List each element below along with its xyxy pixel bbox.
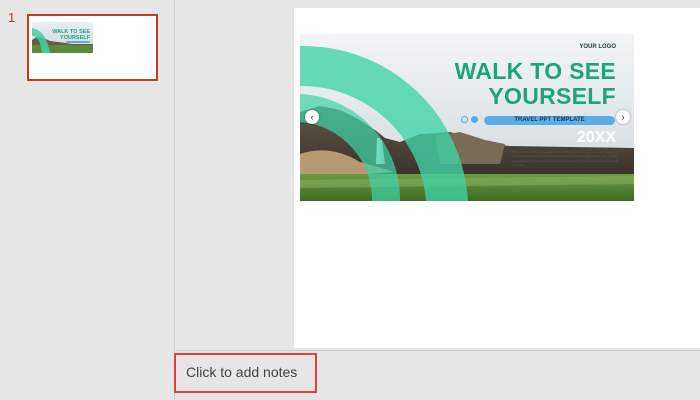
slide-year: 20XX [576, 129, 616, 146]
slide-editing-canvas: YOUR LOGO WALK TO SEE YOURSELF TRAVEL PP… [176, 0, 700, 350]
slide-thumbnail-1[interactable]: WALK TO SEE YOURSELF [27, 14, 158, 81]
slide-logo-placeholder: YOUR LOGO [579, 44, 616, 50]
slide-subtitle: TRAVEL PPT TEMPLATE [484, 116, 615, 125]
slide-title-line2: YOURSELF [488, 83, 616, 109]
slide-page: YOUR LOGO WALK TO SEE YOURSELF TRAVEL PP… [294, 8, 700, 348]
notes-input[interactable]: Click to add notes [174, 353, 317, 393]
slide-title-line1: WALK TO SEE [454, 58, 616, 84]
indicator-dot-empty [461, 116, 468, 123]
indicator-dot-filled [471, 116, 478, 123]
slide-body-text: The essence of travel is to expand the b… [512, 151, 618, 168]
next-arrow-icon[interactable]: › [616, 110, 630, 124]
notes-pane: Click to add notes [174, 350, 700, 400]
slide-content[interactable]: YOUR LOGO WALK TO SEE YOURSELF TRAVEL PP… [300, 34, 634, 201]
previous-arrow-icon[interactable]: ‹ [305, 110, 319, 124]
slide-thumbnail-image: WALK TO SEE YOURSELF [32, 22, 93, 53]
slide-thumbnail-panel: 1 WALK TO SEE YOURSELF [0, 0, 175, 400]
thumbnail-title-line2: YOURSELF [60, 35, 91, 41]
slide-number: 1 [8, 10, 16, 25]
notes-placeholder-text: Click to add notes [186, 364, 298, 380]
